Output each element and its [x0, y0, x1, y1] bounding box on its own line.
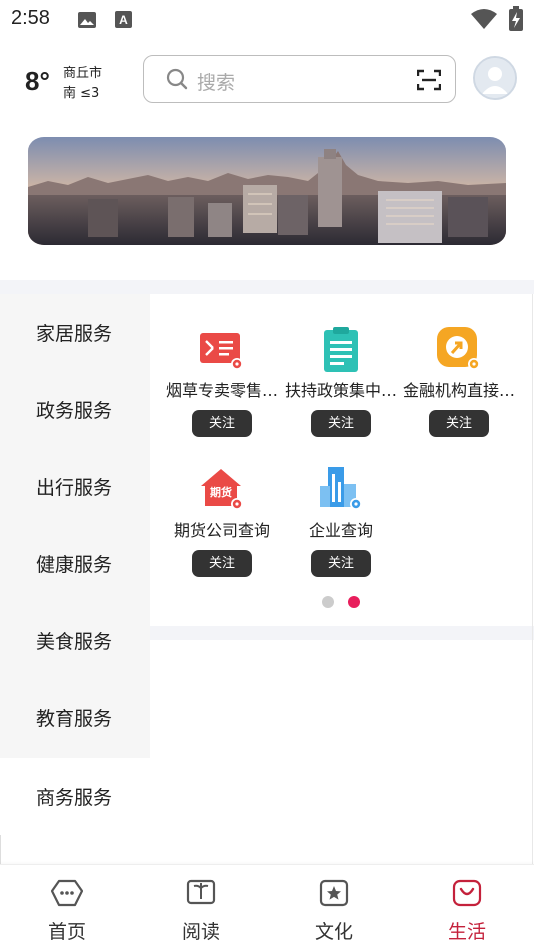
- wifi-icon: [471, 9, 497, 29]
- service-name: 企业查询: [308, 521, 373, 540]
- search-placeholder: 搜索: [197, 72, 236, 94]
- sidebar-item-travel-services[interactable]: 出行服务: [0, 448, 150, 525]
- home-icon: [51, 879, 83, 907]
- tab-reading-label: 阅读: [181, 921, 220, 943]
- service-item[interactable]: 期货 期货公司查询 关注: [163, 466, 281, 577]
- futures-house-icon: 期货: [201, 469, 243, 510]
- sidebar-item-business-services[interactable]: 商务服务: [0, 758, 150, 835]
- service-item[interactable]: 扶持政策集中… 关注: [282, 326, 400, 437]
- follow-button[interactable]: 关注: [192, 410, 252, 437]
- status-bar: 2:58 A: [0, 0, 534, 40]
- tab-home-label: 首页: [47, 921, 86, 943]
- service-item[interactable]: 烟草专卖零售… 关注: [163, 326, 281, 437]
- section-divider: [0, 280, 534, 294]
- finance-icon: [437, 327, 480, 370]
- right-edge-line: [532, 294, 533, 864]
- book-icon: [186, 879, 216, 905]
- follow-button[interactable]: 关注: [311, 550, 371, 577]
- image-icon: [78, 12, 96, 28]
- svg-text:A: A: [119, 13, 128, 27]
- service-item[interactable]: 企业查询 关注: [282, 466, 400, 577]
- sidebar-item-government-services[interactable]: 政务服务: [0, 371, 150, 448]
- building-icon: [320, 467, 362, 510]
- sidebar-item-home-services[interactable]: 家居服务: [0, 294, 150, 371]
- follow-button[interactable]: 关注: [429, 410, 489, 437]
- search-input[interactable]: 搜索: [143, 55, 456, 103]
- a-icon: A: [115, 11, 132, 28]
- status-time: 2:58: [11, 7, 50, 29]
- tab-culture-label: 文化: [314, 921, 353, 943]
- pager-dot-1[interactable]: [322, 596, 334, 608]
- avatar[interactable]: [473, 56, 517, 100]
- sidebar-item-health-services[interactable]: 健康服务: [0, 525, 150, 602]
- pager-dot-2-active[interactable]: [348, 596, 360, 608]
- culture-star-icon: [319, 879, 349, 907]
- skyline-image: [28, 137, 506, 245]
- tab-home[interactable]: 首页: [0, 865, 134, 950]
- search-icon: [166, 68, 188, 90]
- license-icon: [200, 333, 243, 370]
- sidebar-item-education-services[interactable]: 教育服务: [0, 679, 150, 756]
- temperature: 8°: [25, 66, 50, 96]
- content-divider: [150, 626, 534, 640]
- sidebar-item-food-services[interactable]: 美食服务: [0, 602, 150, 679]
- tab-culture[interactable]: 文化: [267, 865, 401, 950]
- city-skyline-banner[interactable]: [28, 137, 506, 245]
- tab-life-label: 生活: [447, 921, 486, 943]
- service-name: 期货公司查询: [173, 521, 270, 540]
- service-item[interactable]: 金融机构直接… 关注: [400, 326, 518, 437]
- user-avatar-icon: [475, 58, 515, 98]
- left-edge-line: [0, 835, 1, 865]
- scan-icon[interactable]: [417, 69, 441, 91]
- service-name: 烟草专卖零售…: [165, 381, 278, 400]
- city-name[interactable]: 商丘市: [63, 62, 102, 81]
- follow-button[interactable]: 关注: [311, 410, 371, 437]
- battery-icon: [509, 6, 523, 31]
- tab-reading[interactable]: 阅读: [134, 865, 268, 950]
- futures-icon-text: 期货: [210, 485, 232, 499]
- bottom-navigation: 首页 阅读 文化 生活: [0, 864, 534, 950]
- clipboard-icon: [324, 327, 358, 372]
- service-name: 金融机构直接…: [402, 381, 515, 400]
- wind-info: 南 ≤3: [63, 86, 100, 101]
- follow-button[interactable]: 关注: [192, 550, 252, 577]
- tab-life[interactable]: 生活: [400, 865, 534, 950]
- service-name: 扶持政策集中…: [284, 381, 397, 400]
- category-sidebar: 家居服务 政务服务 出行服务 健康服务 美食服务 教育服务: [0, 294, 150, 758]
- shopping-bag-icon: [452, 879, 482, 907]
